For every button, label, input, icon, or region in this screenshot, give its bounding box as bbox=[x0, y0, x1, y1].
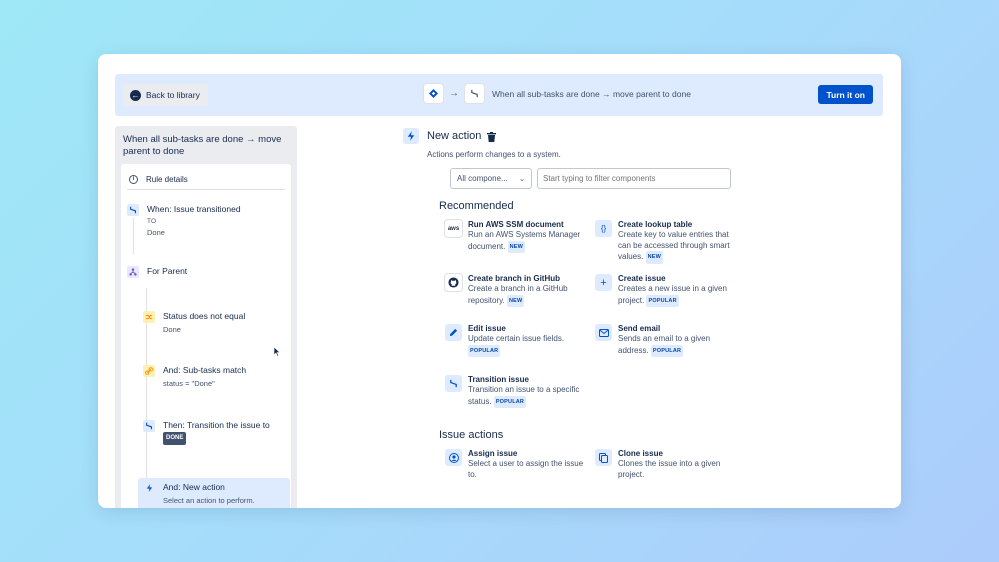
component-desc: Update certain issue fields. POPULAR bbox=[468, 334, 586, 357]
chevron-down-icon: ⌄ bbox=[519, 175, 525, 183]
trigger-title: When: Issue transitioned bbox=[147, 204, 241, 214]
rule-flow-title: When all sub-tasks are done → move paren… bbox=[492, 88, 691, 99]
turn-it-on-button[interactable]: Turn it on bbox=[818, 85, 873, 104]
component-desc: Create a branch in a GitHub repository. … bbox=[468, 284, 584, 307]
aws-icon: aws bbox=[445, 220, 462, 237]
jira-diamond-icon bbox=[424, 84, 443, 103]
new-action-step-hint: Select an action to perform. bbox=[163, 496, 255, 505]
condition-status-step[interactable]: Status does not equal Done bbox=[143, 311, 245, 335]
braces-icon: {} bbox=[595, 220, 612, 237]
component-title: Transition issue bbox=[468, 375, 529, 384]
component-desc: Select a user to assign the issue to. bbox=[468, 459, 584, 479]
page-title: New action bbox=[427, 130, 482, 142]
rule-details-label: Rule details bbox=[146, 175, 188, 184]
back-to-library-button[interactable]: ← Back to library bbox=[123, 84, 208, 106]
popular-lozenge: POPULAR bbox=[493, 395, 527, 408]
link-icon bbox=[143, 365, 155, 377]
component-category-select[interactable]: All compone... ⌄ bbox=[450, 168, 532, 189]
component-transition-issue[interactable]: Transition issue Transition an issue to … bbox=[445, 375, 595, 408]
info-icon: i bbox=[129, 175, 138, 184]
condition-subtasks-title: And: Sub-tasks match bbox=[163, 365, 247, 375]
new-action-panel: New action Actions perform changes to a … bbox=[403, 128, 883, 508]
component-desc: Run an AWS Systems Manager document. NEW bbox=[468, 230, 588, 253]
component-desc: Creates a new issue in a given project. … bbox=[618, 284, 736, 307]
page-description: Actions perform changes to a system. bbox=[427, 150, 561, 159]
component-category-value: All compone... bbox=[457, 174, 508, 183]
new-lozenge: NEW bbox=[507, 240, 526, 253]
popular-lozenge: POPULAR bbox=[468, 344, 501, 357]
popular-lozenge: POPULAR bbox=[646, 294, 679, 307]
transition-icon bbox=[127, 204, 139, 216]
component-send-email[interactable]: Send email Sends an email to a given add… bbox=[595, 324, 745, 357]
component-title: Edit issue bbox=[468, 324, 506, 333]
new-action-step[interactable]: And: New action Select an action to perf… bbox=[143, 482, 255, 506]
top-bar: ← Back to library → When all sub-tasks a… bbox=[115, 74, 883, 116]
trash-icon[interactable] bbox=[487, 129, 496, 147]
copy-icon bbox=[595, 449, 612, 466]
envelope-icon bbox=[595, 324, 612, 341]
rule-steps-panel: i Rule details When: Issue transitioned … bbox=[121, 164, 291, 508]
component-title: Create lookup table bbox=[618, 220, 693, 229]
component-run-aws-ssm[interactable]: aws Run AWS SSM document Run an AWS Syst… bbox=[445, 220, 595, 253]
condition-subtasks-value: status = "Done" bbox=[163, 379, 215, 388]
issue-actions-heading: Issue actions bbox=[439, 429, 504, 441]
component-desc: Transition an issue to a specific status… bbox=[468, 385, 590, 408]
shuffle-icon bbox=[143, 311, 155, 323]
transition-icon bbox=[465, 84, 484, 103]
connector-line bbox=[133, 218, 134, 254]
component-desc: Clones the issue into a given project. bbox=[618, 459, 721, 479]
lightning-icon bbox=[403, 128, 419, 144]
user-icon bbox=[445, 449, 462, 466]
done-lozenge: DONE bbox=[163, 432, 187, 445]
condition-status-title: Status does not equal bbox=[163, 311, 246, 321]
transition-action-title: Then: Transition the issue to bbox=[163, 420, 270, 430]
condition-subtasks-step[interactable]: And: Sub-tasks match status = "Done" bbox=[143, 365, 246, 389]
rule-flow-summary: → When all sub-tasks are done → move par… bbox=[424, 84, 691, 103]
branch-title: For Parent bbox=[147, 266, 188, 276]
component-title: Run AWS SSM document bbox=[468, 220, 564, 229]
branch-step[interactable]: For Parent bbox=[127, 266, 187, 278]
arrow-left-icon: ← bbox=[130, 89, 141, 101]
component-clone-issue[interactable]: Clone issue Clones the issue into a give… bbox=[595, 449, 745, 480]
component-edit-issue[interactable]: Edit issue Update certain issue fields. … bbox=[445, 324, 595, 357]
component-title: Send email bbox=[618, 324, 661, 333]
pencil-icon bbox=[445, 324, 462, 341]
component-create-branch-github[interactable]: Create branch in GitHub Create a branch … bbox=[445, 274, 595, 307]
transition-icon bbox=[143, 420, 155, 432]
lightning-icon bbox=[143, 482, 155, 494]
condition-status-value: Done bbox=[163, 325, 181, 334]
rule-builder-window: ← Back to library → When all sub-tasks a… bbox=[98, 54, 901, 508]
new-action-step-title: And: New action bbox=[163, 482, 225, 492]
rule-sidebar: When all sub-tasks are done → move paren… bbox=[115, 126, 297, 508]
component-desc: Create key to value entries that can be … bbox=[618, 230, 740, 264]
new-lozenge: NEW bbox=[507, 294, 525, 307]
trigger-value: Done bbox=[147, 228, 165, 237]
mouse-cursor-icon bbox=[273, 344, 281, 362]
trigger-meta: TO bbox=[147, 218, 157, 225]
component-title: Create branch in GitHub bbox=[468, 274, 561, 283]
rule-details-item[interactable]: i Rule details bbox=[127, 170, 285, 190]
github-icon bbox=[445, 274, 462, 291]
plus-icon: + bbox=[595, 274, 612, 291]
transition-action-step[interactable]: Then: Transition the issue to DONE bbox=[143, 420, 273, 445]
trigger-step[interactable]: When: Issue transitioned TO Done bbox=[127, 204, 241, 238]
component-desc: Sends an email to a given address. POPUL… bbox=[618, 334, 730, 357]
rule-name: When all sub-tasks are done → move paren… bbox=[123, 134, 282, 157]
component-create-issue[interactable]: + Create issue Creates a new issue in a … bbox=[595, 274, 745, 307]
back-label: Back to library bbox=[146, 90, 200, 100]
component-title: Create issue bbox=[618, 274, 666, 283]
component-filter-input[interactable] bbox=[537, 168, 731, 189]
component-assign-issue[interactable]: Assign issue Select a user to assign the… bbox=[445, 449, 595, 480]
new-lozenge: NEW bbox=[645, 251, 664, 264]
component-title: Clone issue bbox=[618, 449, 663, 458]
popular-lozenge: POPULAR bbox=[650, 344, 684, 357]
recommended-heading: Recommended bbox=[439, 200, 514, 212]
component-title: Assign issue bbox=[468, 449, 518, 458]
branch-icon bbox=[127, 266, 139, 278]
transition-icon bbox=[445, 375, 462, 392]
arrow-right-icon: → bbox=[449, 88, 459, 99]
component-create-lookup-table[interactable]: {} Create lookup table Create key to val… bbox=[595, 220, 745, 264]
